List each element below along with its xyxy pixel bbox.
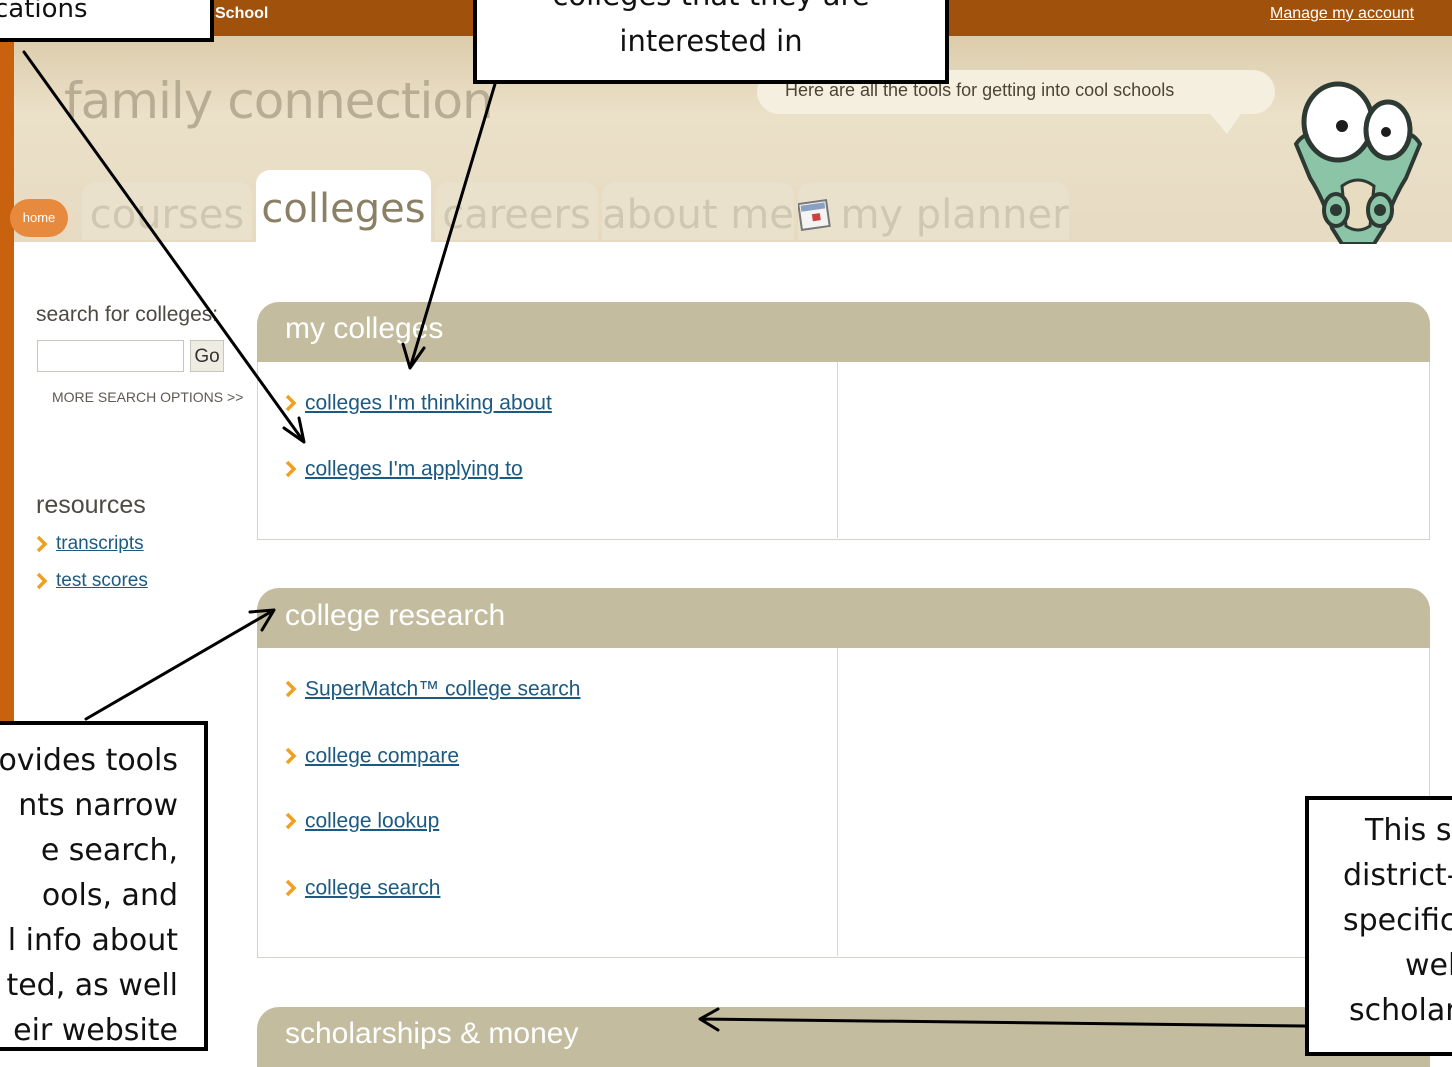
annotation-top-center: colleges that they are interested in (473, 0, 949, 84)
panel-divider (837, 362, 838, 538)
go-button[interactable]: Go (190, 340, 224, 372)
link-supermatch-college-search[interactable]: SuperMatch™ college search (285, 677, 580, 701)
chevron-right-icon (285, 880, 297, 897)
tab-careers[interactable]: careers (435, 182, 598, 240)
resource-item-test-scores[interactable]: test scores (36, 570, 148, 592)
scholarships-title: scholarships & money (285, 1017, 579, 1050)
chevron-right-icon (285, 681, 297, 698)
chevron-right-icon (36, 572, 48, 590)
link-colleges-thinking-about[interactable]: colleges I'm thinking about (285, 391, 552, 415)
tab-my-planner[interactable]: my planner (798, 182, 1069, 240)
speech-bubble-tail (1205, 108, 1245, 134)
annotation-bottom-right: This se district- specific wel scholar (1305, 796, 1452, 1056)
more-search-options-link[interactable]: MORE SEARCH OPTIONS >> (52, 389, 243, 405)
link-colleges-applying-to[interactable]: colleges I'm applying to (285, 457, 523, 481)
panel-divider (837, 648, 838, 956)
chevron-right-icon (285, 813, 297, 830)
resource-item-transcripts[interactable]: transcripts (36, 533, 144, 555)
tab-courses[interactable]: courses (82, 182, 252, 240)
college-research-title: college research (285, 599, 506, 632)
my-colleges-title: my colleges (285, 312, 444, 345)
tab-about-me[interactable]: about me (602, 182, 794, 240)
arrow-bottom-left (84, 608, 276, 721)
chevron-right-icon (285, 461, 297, 478)
chevron-right-icon (36, 535, 48, 553)
chevron-right-icon (285, 748, 297, 765)
brand-title: family connection (64, 72, 494, 130)
search-label: search for colleges: (36, 303, 219, 326)
college-search-input[interactable] (37, 340, 184, 372)
college-research-panel (257, 618, 1430, 958)
annotation-bottom-left: ovides tools nts narrow e search, ools, … (0, 721, 208, 1051)
planner-calendar-icon (798, 199, 832, 231)
link-college-lookup[interactable]: college lookup (285, 809, 439, 833)
school-label: School (215, 5, 269, 22)
chevron-right-icon (285, 395, 297, 412)
home-button[interactable]: home (10, 199, 68, 237)
link-college-compare[interactable]: college compare (285, 744, 459, 768)
left-edge-strip (0, 36, 14, 726)
manage-account-link[interactable]: Manage my account (1270, 5, 1414, 23)
tab-colleges[interactable]: colleges (256, 170, 431, 244)
link-college-search[interactable]: college search (285, 876, 440, 900)
alligator-mascot-icon (1293, 81, 1423, 244)
annotation-top-left: cations (0, 0, 214, 42)
resources-heading: resources (36, 491, 146, 519)
